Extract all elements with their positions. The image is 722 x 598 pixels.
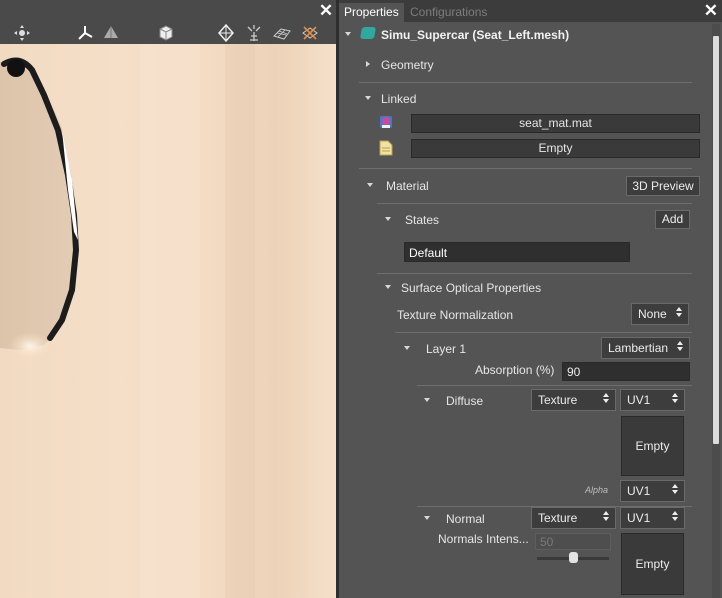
viewport-close-icon[interactable]: ✕ bbox=[318, 2, 334, 19]
states-label[interactable]: States bbox=[405, 213, 439, 227]
normal-expand-icon[interactable] bbox=[424, 516, 430, 520]
updown-arrow-icon bbox=[677, 341, 683, 351]
sun-ray-icon[interactable] bbox=[243, 22, 265, 44]
normals-intensity-slider-handle[interactable] bbox=[568, 552, 578, 563]
axes-icon[interactable] bbox=[74, 22, 96, 44]
divider bbox=[359, 168, 692, 169]
tab-configurations[interactable]: Configurations bbox=[405, 3, 492, 22]
tab-properties[interactable]: Properties bbox=[339, 3, 404, 22]
updown-arrow-icon bbox=[676, 307, 682, 317]
viewport-scene bbox=[0, 44, 336, 598]
divider bbox=[359, 82, 692, 83]
properties-panel: Properties Configurations ✕ Simu_Superca… bbox=[339, 0, 722, 598]
linked-expand-icon[interactable] bbox=[365, 96, 371, 100]
states-expand-icon[interactable] bbox=[385, 217, 391, 221]
linked-label[interactable]: Linked bbox=[381, 92, 416, 106]
normal-source-select[interactable]: Texture bbox=[531, 507, 616, 529]
alpha-uv-select[interactable]: UV1 bbox=[620, 480, 685, 502]
texture-normalization-select[interactable]: None bbox=[631, 303, 689, 325]
normals-intensity-input[interactable]: 50 bbox=[535, 533, 611, 550]
diffuse-source-select[interactable]: Texture bbox=[531, 389, 616, 411]
surface-optical-expand-icon[interactable] bbox=[385, 285, 391, 289]
light-off-icon[interactable] bbox=[299, 22, 321, 44]
file-icon bbox=[379, 140, 393, 156]
updown-arrow-icon bbox=[603, 511, 609, 521]
updown-arrow-icon bbox=[672, 511, 678, 521]
target-icon[interactable] bbox=[215, 22, 237, 44]
add-state-button[interactable]: Add bbox=[655, 210, 690, 229]
properties-close-icon[interactable]: ✕ bbox=[704, 2, 718, 19]
surface-optical-label[interactable]: Surface Optical Properties bbox=[401, 281, 541, 295]
updown-arrow-icon bbox=[672, 393, 678, 403]
layer1-expand-icon[interactable] bbox=[404, 346, 410, 350]
texture-normalization-label: Texture Normalization bbox=[397, 308, 514, 322]
layer1-label[interactable]: Layer 1 bbox=[426, 342, 466, 356]
grid-mesh-icon[interactable] bbox=[271, 22, 293, 44]
geometry-label[interactable]: Geometry bbox=[381, 58, 434, 72]
divider bbox=[395, 332, 692, 333]
viewport-toolbar: ✕ bbox=[0, 0, 336, 44]
state-default-item[interactable]: Default bbox=[404, 242, 630, 262]
3d-viewport[interactable]: ✕ bbox=[0, 0, 336, 598]
geometry-expand-icon[interactable] bbox=[366, 61, 370, 67]
diffuse-label[interactable]: Diffuse bbox=[446, 394, 483, 408]
diffuse-expand-icon[interactable] bbox=[424, 398, 430, 402]
divider bbox=[377, 273, 692, 274]
divider bbox=[377, 203, 692, 204]
updown-arrow-icon bbox=[603, 393, 609, 403]
normal-label[interactable]: Normal bbox=[446, 512, 485, 526]
absorption-label: Absorption (%) bbox=[475, 363, 555, 377]
mesh-icon bbox=[359, 27, 377, 39]
diffuse-texture-thumbnail[interactable]: Empty bbox=[621, 416, 684, 476]
normal-uv-select[interactable]: UV1 bbox=[620, 507, 685, 529]
vertical-scrollbar[interactable] bbox=[712, 24, 720, 598]
material-label[interactable]: Material bbox=[386, 179, 429, 193]
scrollbar-thumb[interactable] bbox=[713, 36, 719, 444]
cube-icon[interactable] bbox=[155, 22, 177, 44]
move-gizmo-icon[interactable] bbox=[11, 22, 33, 44]
3d-preview-button[interactable]: 3D Preview bbox=[626, 176, 700, 196]
grid-plane-icon[interactable] bbox=[100, 22, 122, 44]
absorption-input[interactable]: 90 bbox=[562, 362, 690, 381]
root-label[interactable]: Simu_Supercar (Seat_Left.mesh) bbox=[381, 28, 569, 42]
material-expand-icon[interactable] bbox=[367, 183, 373, 187]
updown-arrow-icon bbox=[672, 484, 678, 494]
normal-texture-thumbnail[interactable]: Empty bbox=[621, 533, 684, 595]
diffuse-uv-select[interactable]: UV1 bbox=[620, 389, 685, 411]
material-icon bbox=[379, 115, 393, 129]
normals-intensity-label: Normals Intens... bbox=[438, 532, 529, 546]
linked-material-field[interactable]: seat_mat.mat bbox=[411, 114, 700, 133]
root-expand-icon[interactable] bbox=[345, 32, 351, 36]
layer-type-select[interactable]: Lambertian bbox=[601, 337, 690, 359]
tab-bar: Properties Configurations ✕ bbox=[339, 0, 722, 22]
linked-file-field[interactable]: Empty bbox=[411, 139, 700, 158]
alpha-label: Alpha bbox=[585, 485, 609, 495]
divider bbox=[417, 385, 692, 386]
